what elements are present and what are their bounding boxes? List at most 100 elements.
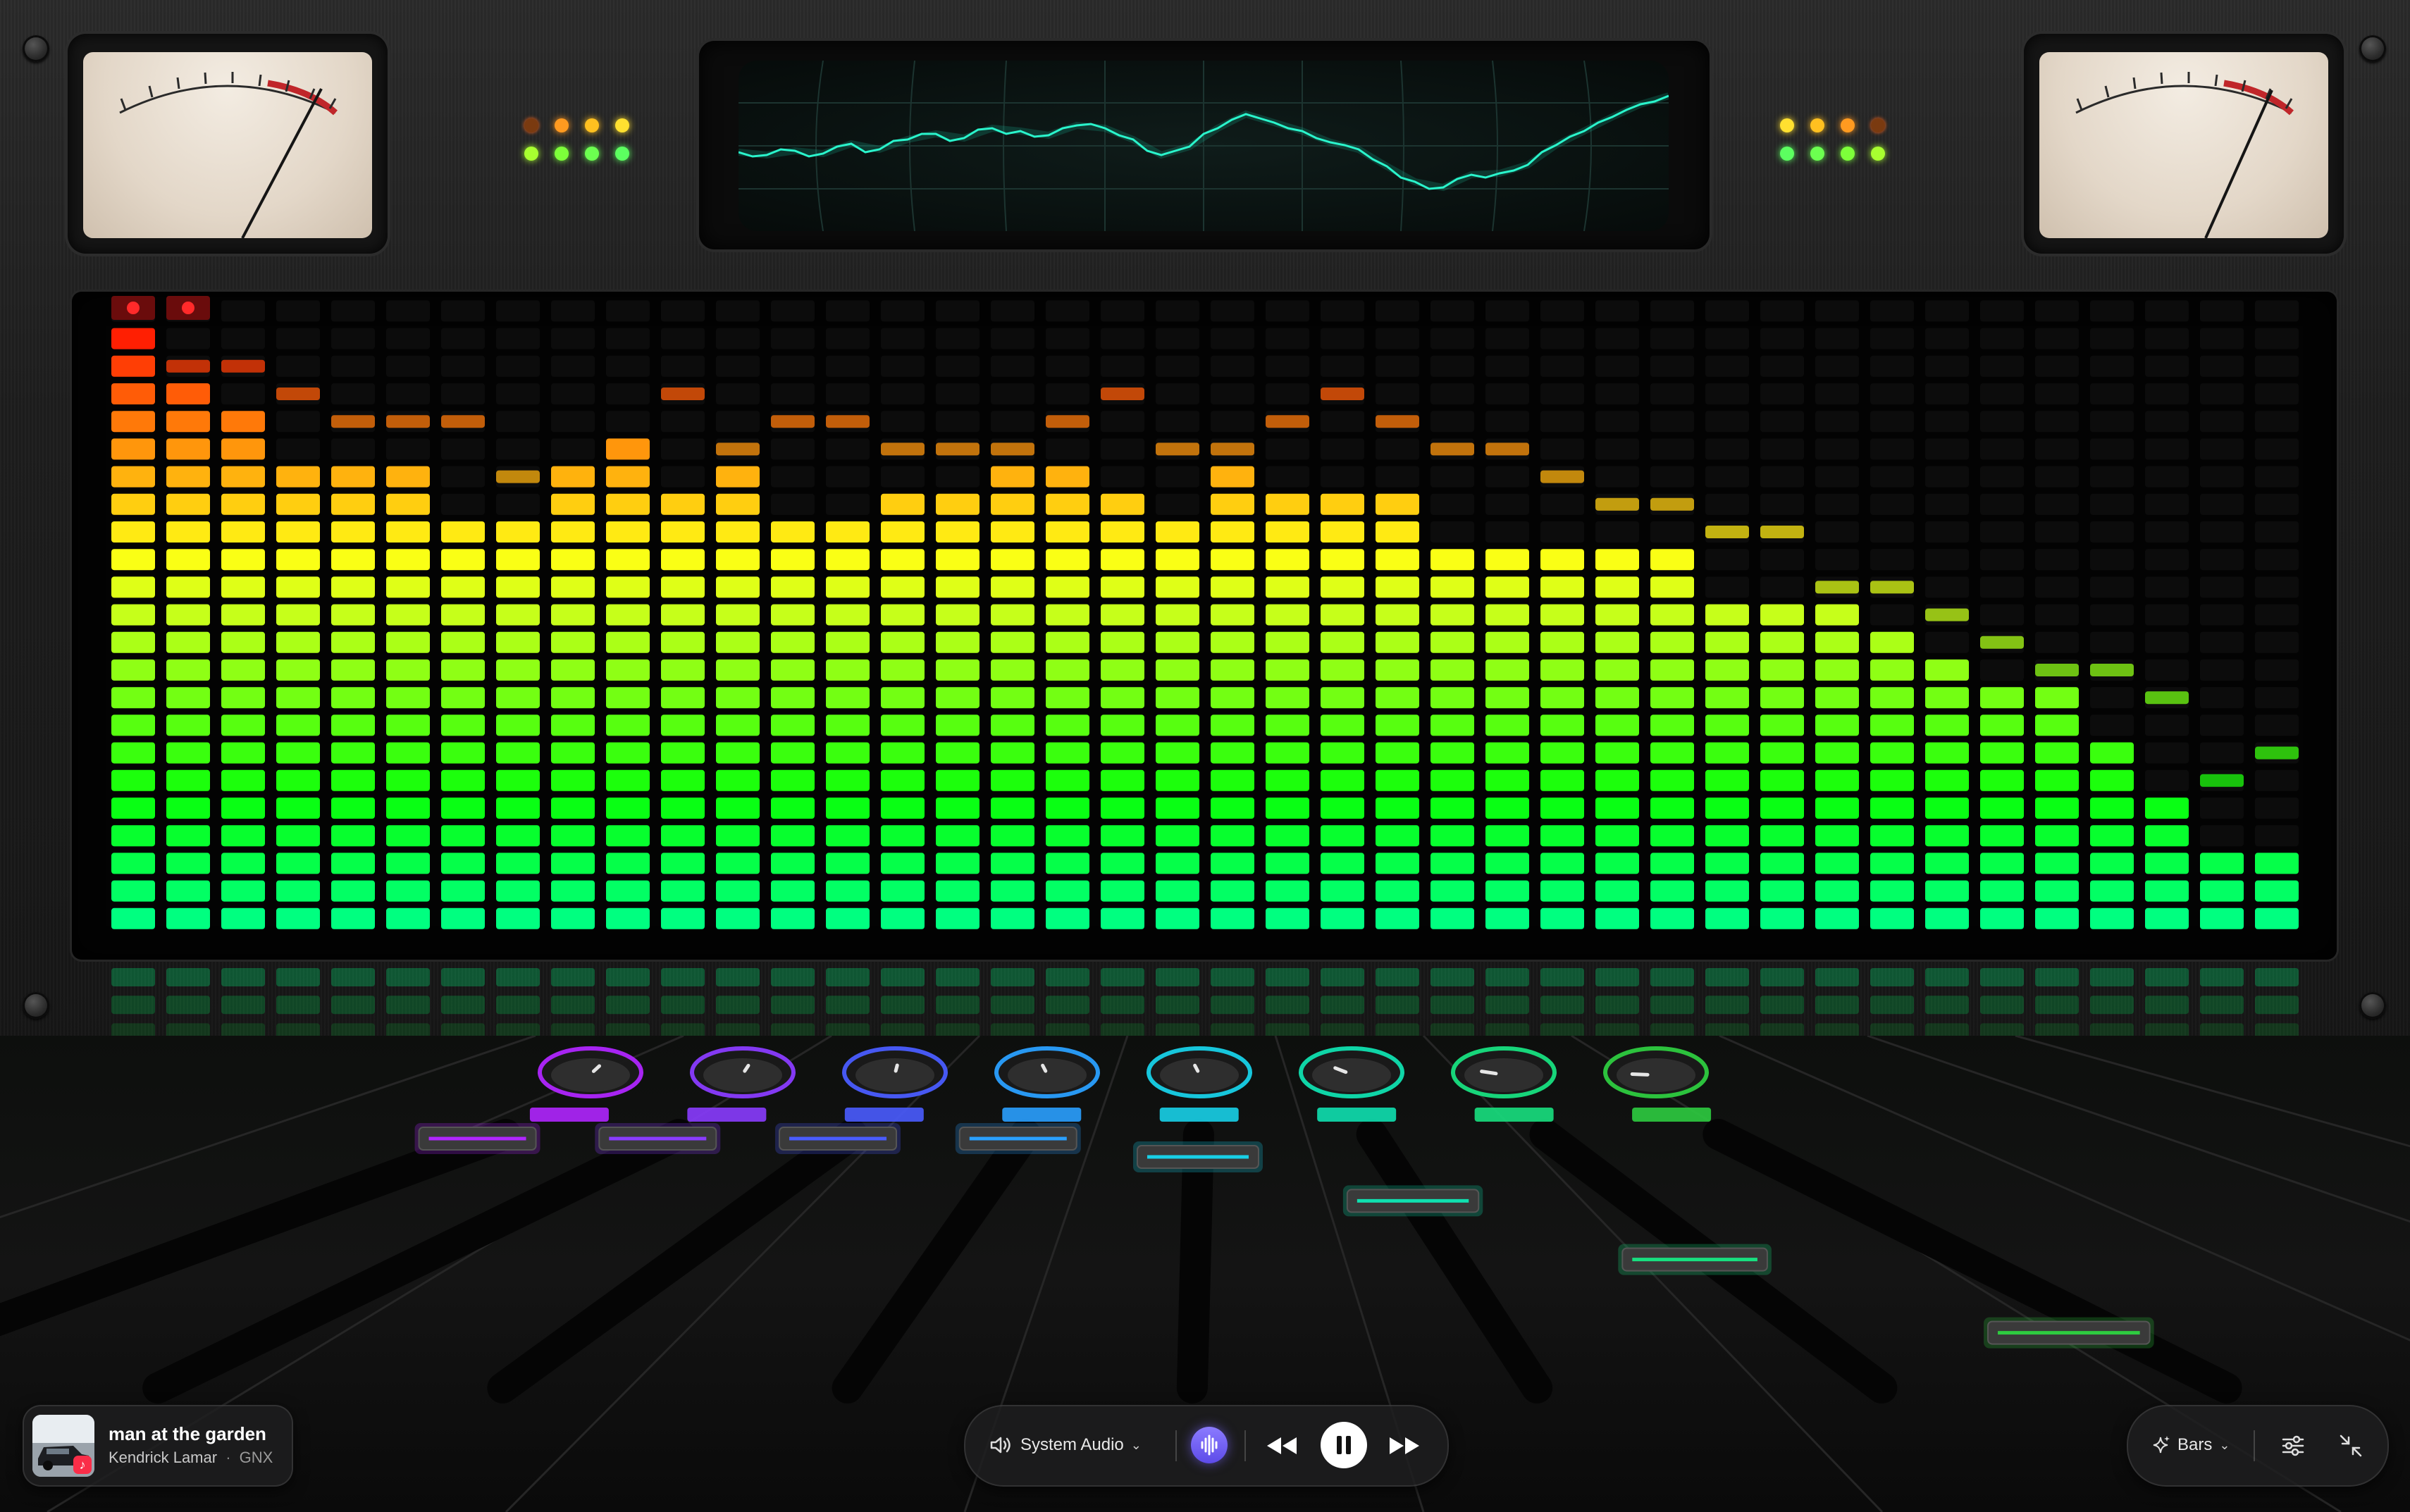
bar-segment-lit [936,576,980,598]
bar-segment-lit [991,659,1034,681]
reflection-segment [1156,996,1199,1015]
bar-segment-lit [716,466,760,488]
bar-segment-lit [386,769,430,791]
bar-segment-lit [606,907,650,929]
bar-segment-off [1485,300,1529,322]
channel-strip-edge [505,1036,981,1512]
right-vu-meter [2024,34,2344,254]
bar-segment-off [1156,383,1199,404]
bar-segment-off [2145,438,2189,460]
bar-segment-lit [386,576,430,598]
album-art[interactable]: ♪ [32,1415,94,1477]
bar-segment-lit [1156,687,1199,709]
visualizer-style-button[interactable]: Bars ⌄ [2152,1427,2230,1463]
bar-segment-lit [1485,742,1529,764]
bar-segment-lit [1705,853,1749,874]
bar-segment-off [1705,466,1749,488]
settings-button[interactable] [2278,1430,2309,1461]
peak-marker [1046,415,1089,428]
bar-segment-lit [1430,798,1474,819]
play-pause-button[interactable] [1321,1422,1367,1468]
collapse-button[interactable] [2335,1430,2366,1461]
bar-segment-off [1101,355,1144,377]
bar-segment-off [1760,383,1804,404]
bar-segment-lit [1156,576,1199,598]
bar-segment-lit [1046,742,1089,764]
bar-segment-off [1046,383,1089,404]
bar-segment-lit [1760,798,1804,819]
bar-segment-off [1595,411,1639,433]
audio-source-button[interactable]: System Audio ⌄ [989,1427,1142,1463]
bar-segment-off [1815,328,1859,349]
bar-segment-off [2035,493,2079,515]
sliders-icon [2282,1435,2304,1456]
bar-segment-lit [1376,769,1419,791]
bar-segment-lit [1266,853,1309,874]
peak-marker [1980,636,2024,649]
bar-segment-off [1925,438,1969,460]
bar-segment-off [2035,438,2079,460]
fast-forward-button[interactable] [1387,1430,1422,1461]
reflection-segment [606,968,650,986]
bar-segment-lit [221,880,265,902]
bar-segment-off [551,328,595,349]
bar-segment-lit [2090,825,2134,847]
bar-segment-lit [496,853,540,874]
bar-segment-lit [1760,880,1804,902]
bar-segment-off [826,328,870,349]
bar-segment-off [1815,355,1859,377]
reflection-segment [2255,996,2299,1015]
bar-segment-off [1705,493,1749,515]
reflection-segment [1211,996,1254,1015]
waveform-trace [739,61,1669,231]
channel-led [1632,1108,1712,1122]
channel-led [1474,1108,1554,1122]
bar-segment-off [221,300,265,322]
rewind-button[interactable] [1264,1430,1299,1461]
bar-segment-off [1595,466,1639,488]
bar-segment-off [1101,466,1144,488]
status-led [1841,147,1855,161]
bar-segment-off [2255,411,2299,433]
knob-cap [1464,1058,1543,1092]
bar-segment-lit [1925,659,1969,681]
sparkle-icon [2153,1436,2170,1454]
peak-marker [276,388,320,400]
bar-segment-lit [111,521,155,543]
bar-segment-off [2200,631,2244,653]
reflection-segment [386,968,430,986]
peak-marker [2090,664,2134,676]
bar-segment-off [276,438,320,460]
bar-segment-off [661,328,705,349]
vu-meter-face [2039,52,2328,238]
bar-segment-lit [606,521,650,543]
bar-segment-off [2145,769,2189,791]
bar-segment-lit [1430,880,1474,902]
reflection-segment [1595,1023,1639,1036]
bar-segment-lit [991,466,1034,488]
bar-segment-off [1540,438,1584,460]
spectrum-bar [1266,300,1309,929]
waveform-button[interactable] [1191,1427,1228,1463]
bar-segment-off [166,328,210,349]
knob-cap [1008,1058,1087,1092]
peak-marker [1266,415,1309,428]
bar-segment-off [2145,411,2189,433]
bar-segment-off [1046,355,1089,377]
bar-segment-lit [166,742,210,764]
now-playing-card[interactable]: ♪ man at the garden Kendrick Lamar · GNX [23,1405,293,1487]
bar-segment-lit [1595,853,1639,874]
bar-segment-lit [826,687,870,709]
reflection-segment [2200,996,2244,1015]
bar-segment-lit [551,631,595,653]
bar-segment-off [221,328,265,349]
bar-segment-off [716,300,760,322]
bar-segment-lit [2145,853,2189,874]
bar-segment-lit [661,742,705,764]
bar-segment-off [1815,411,1859,433]
bar-segment-lit [2090,907,2134,929]
spectrum-bar [661,300,705,929]
bar-segment-lit [1211,521,1254,543]
bar-segment-lit [1925,853,1969,874]
bar-segment-off [1540,411,1584,433]
